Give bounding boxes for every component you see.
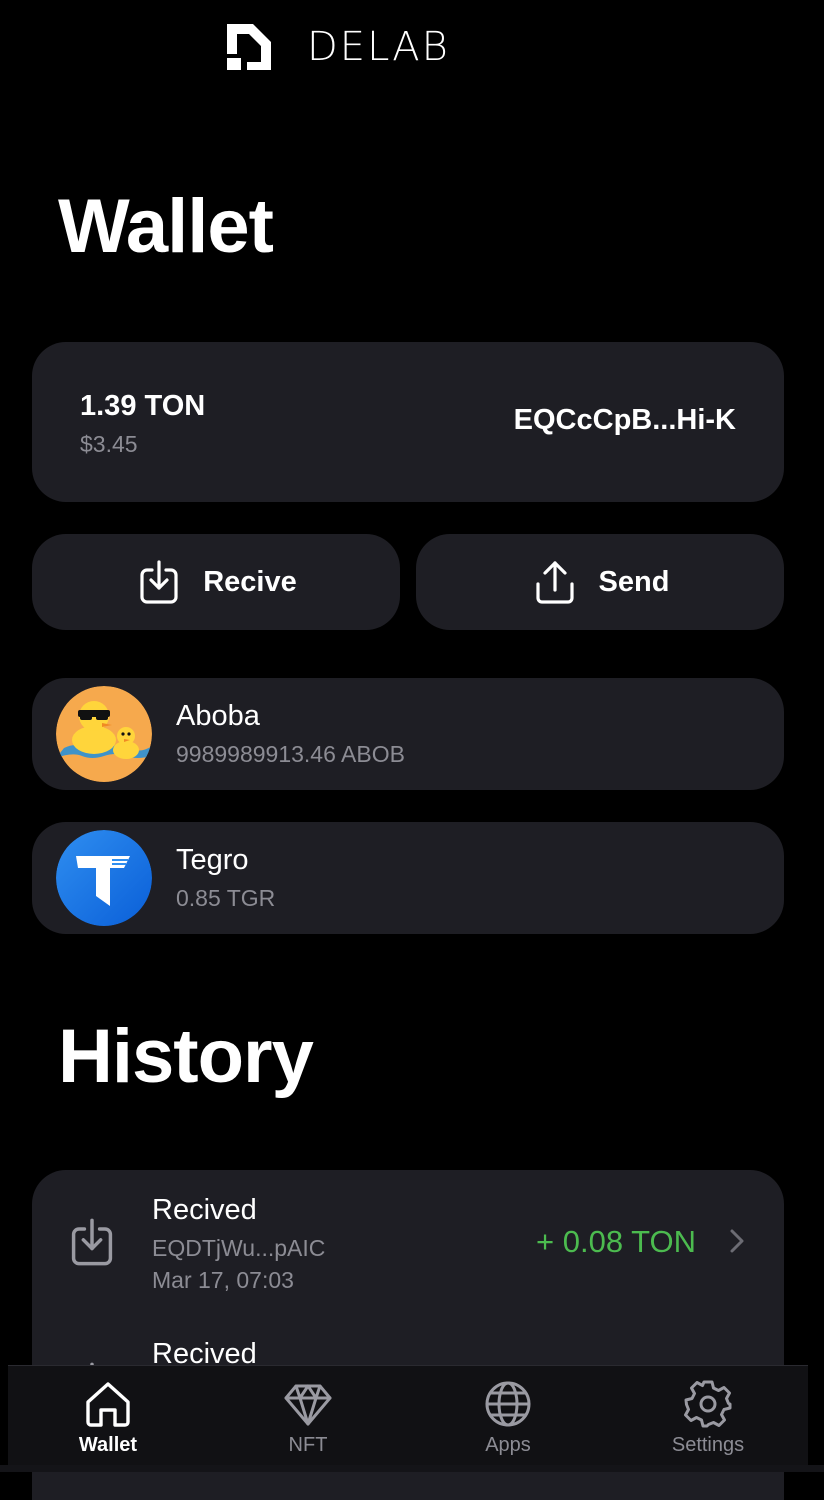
balance-card: 1.39 TON $3.45 EQCcCpB...Hi-K xyxy=(32,342,784,502)
tab-label: Settings xyxy=(671,1434,745,1456)
tab-settings[interactable]: Settings xyxy=(608,1366,808,1466)
receive-button[interactable]: Recive xyxy=(32,534,400,630)
send-label: Send xyxy=(598,565,670,598)
token-balance: 9989989913.46 ABOB xyxy=(176,741,405,767)
brand-name: DELAB xyxy=(307,24,450,70)
token-name: Tegro xyxy=(176,844,249,876)
tx-address: EQDTjWu...pAIC xyxy=(152,1235,326,1261)
receive-label: Recive xyxy=(203,565,297,598)
tx-date: Mar 17, 07:03 xyxy=(152,1267,294,1293)
home-icon xyxy=(86,1382,130,1427)
tegro-logo-icon xyxy=(56,830,152,926)
page-title: Wallet xyxy=(58,184,274,269)
send-button[interactable]: Send xyxy=(416,534,784,630)
tab-wallet[interactable]: Wallet xyxy=(8,1366,208,1466)
chevron-right-icon xyxy=(730,1229,744,1253)
token-item-tegro[interactable]: Tegro 0.85 TGR xyxy=(32,822,784,934)
globe-icon xyxy=(485,1381,531,1427)
history-title: History xyxy=(58,1014,314,1099)
bottom-tab-bar: Wallet NFT Apps Settings xyxy=(8,1365,808,1466)
tx-type: Recived xyxy=(152,1194,257,1226)
wallet-address[interactable]: EQCcCpB...Hi-K xyxy=(514,404,736,437)
tab-label: Apps xyxy=(485,1434,531,1456)
receive-icon xyxy=(140,560,178,604)
tab-label: NFT xyxy=(288,1434,328,1456)
home-indicator-bar xyxy=(0,1465,824,1472)
tx-amount: + 0.08 TON xyxy=(536,1224,696,1259)
history-item[interactable]: Recived EQDTjWu...pAIC Mar 17, 07:03 + 0… xyxy=(32,1170,784,1310)
token-name: Aboba xyxy=(176,700,260,732)
receive-icon xyxy=(71,1218,113,1266)
balance-amount: 1.39 TON xyxy=(80,390,206,422)
app-logo: DELAB xyxy=(225,22,450,72)
tab-apps[interactable]: Apps xyxy=(408,1366,608,1466)
tab-nft[interactable]: NFT xyxy=(208,1366,408,1466)
tab-label: Wallet xyxy=(78,1434,138,1456)
token-balance: 0.85 TGR xyxy=(176,885,276,911)
diamond-icon xyxy=(284,1384,332,1426)
gear-icon xyxy=(684,1380,732,1428)
delab-logo-icon xyxy=(227,24,271,70)
aboba-duck-icon xyxy=(56,686,152,782)
send-icon xyxy=(535,561,574,604)
balance-usd: $3.45 xyxy=(80,431,138,457)
token-item-aboba[interactable]: Aboba 9989989913.46 ABOB xyxy=(32,678,784,790)
